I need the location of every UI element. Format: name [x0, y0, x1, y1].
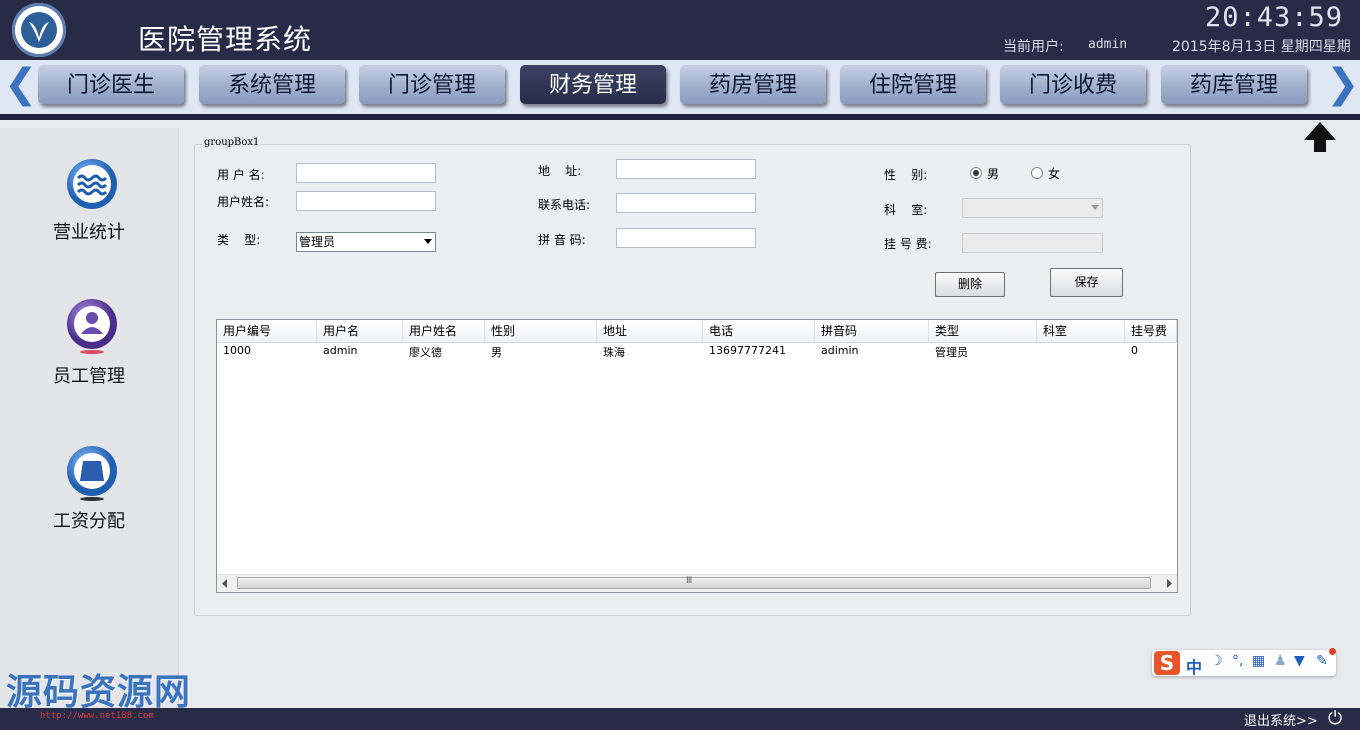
table-cell: admin [323, 344, 358, 357]
horizontal-scrollbar[interactable]: Ⅲ [217, 574, 1177, 592]
phone-label: 联系电话: [538, 198, 591, 212]
ime-mode-label[interactable]: 中 [1186, 654, 1202, 678]
table-cell: 廖义德 [409, 346, 442, 359]
column-header[interactable]: 电话 [703, 320, 815, 342]
gender-male-label: 男 [987, 167, 1000, 181]
groupbox-title: groupBox1 [202, 137, 262, 148]
date-text: 2015年8月13日 星期四星期 [1172, 39, 1351, 55]
tab-drug-storage-management[interactable]: 药库管理 [1161, 65, 1307, 104]
table-cell: 珠海 [603, 346, 625, 359]
keyboard-icon[interactable]: ▦ [1252, 653, 1265, 669]
power-icon[interactable]: ⏻ [1328, 708, 1342, 729]
registration-fee-input[interactable] [962, 233, 1103, 253]
collapse-up-arrow-icon[interactable] [1300, 120, 1340, 157]
current-user-value: admin [1088, 37, 1128, 52]
current-user-label: 当前用户: [1003, 39, 1064, 55]
department-label: 科 室: [884, 203, 928, 217]
sidebar-item-staff-management[interactable]: 员工管理 [0, 298, 178, 388]
punctuation-icon[interactable]: °, [1232, 653, 1243, 669]
sidebar-item-business-stats[interactable]: 营业统计 [0, 158, 178, 248]
save-button[interactable]: 保存 [1050, 268, 1123, 297]
tab-pharmacy-management[interactable]: 药房管理 [680, 65, 826, 104]
column-header[interactable]: 科室 [1037, 320, 1125, 342]
sogou-logo-icon: S [1154, 651, 1180, 675]
type-select[interactable]: 管理员 [296, 232, 436, 252]
table-cell: 0 [1131, 344, 1138, 357]
column-header[interactable]: 拼音码 [815, 320, 929, 342]
wave-icon [66, 158, 118, 210]
table-cell: 13697777241 [709, 344, 786, 357]
pinyin-input[interactable] [616, 228, 756, 248]
username-label: 用 户 名: [217, 168, 265, 182]
username-input[interactable] [296, 163, 436, 183]
app-title: 医院管理系统 [138, 23, 313, 56]
column-header[interactable]: 用户姓名 [403, 320, 485, 342]
tab-system-management[interactable]: 系统管理 [199, 65, 345, 104]
address-input[interactable] [616, 159, 756, 179]
registration-fee-label: 挂 号 费: [884, 237, 932, 251]
scroll-grip: Ⅲ [686, 576, 693, 586]
gender-female-radio[interactable] [1031, 167, 1043, 179]
table-header: 用户编号 用户名 用户姓名 性别 地址 电话 拼音码 类型 科室 挂号费 [217, 320, 1177, 343]
table-cell: 1000 [223, 344, 251, 357]
department-select[interactable] [962, 198, 1103, 218]
moon-icon[interactable]: ☽ [1210, 653, 1223, 669]
column-header[interactable]: 地址 [597, 320, 703, 342]
tab-finance-management[interactable]: 财务管理 [520, 65, 666, 104]
table-cell: 男 [491, 346, 502, 359]
column-header[interactable]: 用户名 [317, 320, 403, 342]
fullname-input[interactable] [296, 191, 436, 211]
type-select-value: 管理员 [299, 235, 336, 249]
chevron-down-icon [1091, 205, 1099, 210]
column-header[interactable]: 类型 [929, 320, 1037, 342]
user-icon [66, 298, 118, 354]
delete-button[interactable]: 删除 [935, 272, 1005, 297]
type-label: 类 型: [217, 233, 261, 247]
user-icon[interactable]: ♟ [1274, 653, 1287, 669]
notification-dot [1329, 648, 1336, 655]
pinyin-label: 拼 音 码: [538, 233, 586, 247]
column-header[interactable]: 挂号费 [1125, 320, 1177, 342]
user-table: 用户编号 用户名 用户姓名 性别 地址 电话 拼音码 类型 科室 挂号费 100… [216, 319, 1178, 593]
exit-system-link[interactable]: 退出系统>> [1244, 710, 1318, 729]
gender-label: 性 别: [884, 168, 928, 182]
skin-icon[interactable]: ▼ [1294, 653, 1305, 669]
sidebar-item-salary-allocation[interactable]: 工资分配 [0, 445, 178, 535]
scroll-left-icon[interactable] [221, 579, 229, 588]
address-label: 地 址: [538, 164, 582, 178]
fullname-label: 用户姓名: [217, 195, 270, 209]
column-header[interactable]: 性别 [485, 320, 597, 342]
scrollbar-thumb[interactable]: Ⅲ [237, 576, 1151, 589]
phone-input[interactable] [616, 193, 756, 213]
ime-toolbar[interactable]: S 中 ☽ °, ▦ ♟ ▼ ✎ [1152, 648, 1336, 678]
tab-outpatient-doctor[interactable]: 门诊医生 [38, 65, 184, 104]
chevron-down-icon [424, 239, 432, 244]
nav-divider [0, 114, 1360, 120]
wallet-icon [66, 445, 118, 501]
column-header[interactable]: 用户编号 [217, 320, 317, 342]
table-cell: 管理员 [935, 346, 968, 359]
gender-male-radio[interactable] [970, 167, 982, 179]
sidebar-item-label: 营业统计 [53, 222, 125, 243]
gender-female-label: 女 [1048, 167, 1061, 181]
hospital-logo-icon [12, 3, 66, 57]
tab-outpatient-billing[interactable]: 门诊收费 [1000, 65, 1146, 104]
footer-bar [0, 708, 1360, 730]
settings-icon[interactable]: ✎ [1316, 653, 1328, 669]
scroll-right-icon[interactable] [1165, 579, 1173, 588]
clock: 20:43:59 [1205, 2, 1344, 33]
table-cell: adimin [821, 344, 859, 357]
sidebar-item-label: 员工管理 [53, 366, 125, 387]
sidebar-item-label: 工资分配 [53, 511, 125, 532]
tab-outpatient-management[interactable]: 门诊管理 [359, 65, 505, 104]
nav-right-arrow-icon[interactable]: ❯ [1326, 64, 1360, 104]
nav-left-arrow-icon[interactable]: ❮ [4, 64, 38, 104]
watermark-url: http://www.net188.com [40, 711, 154, 721]
tab-inpatient-management[interactable]: 住院管理 [840, 65, 986, 104]
